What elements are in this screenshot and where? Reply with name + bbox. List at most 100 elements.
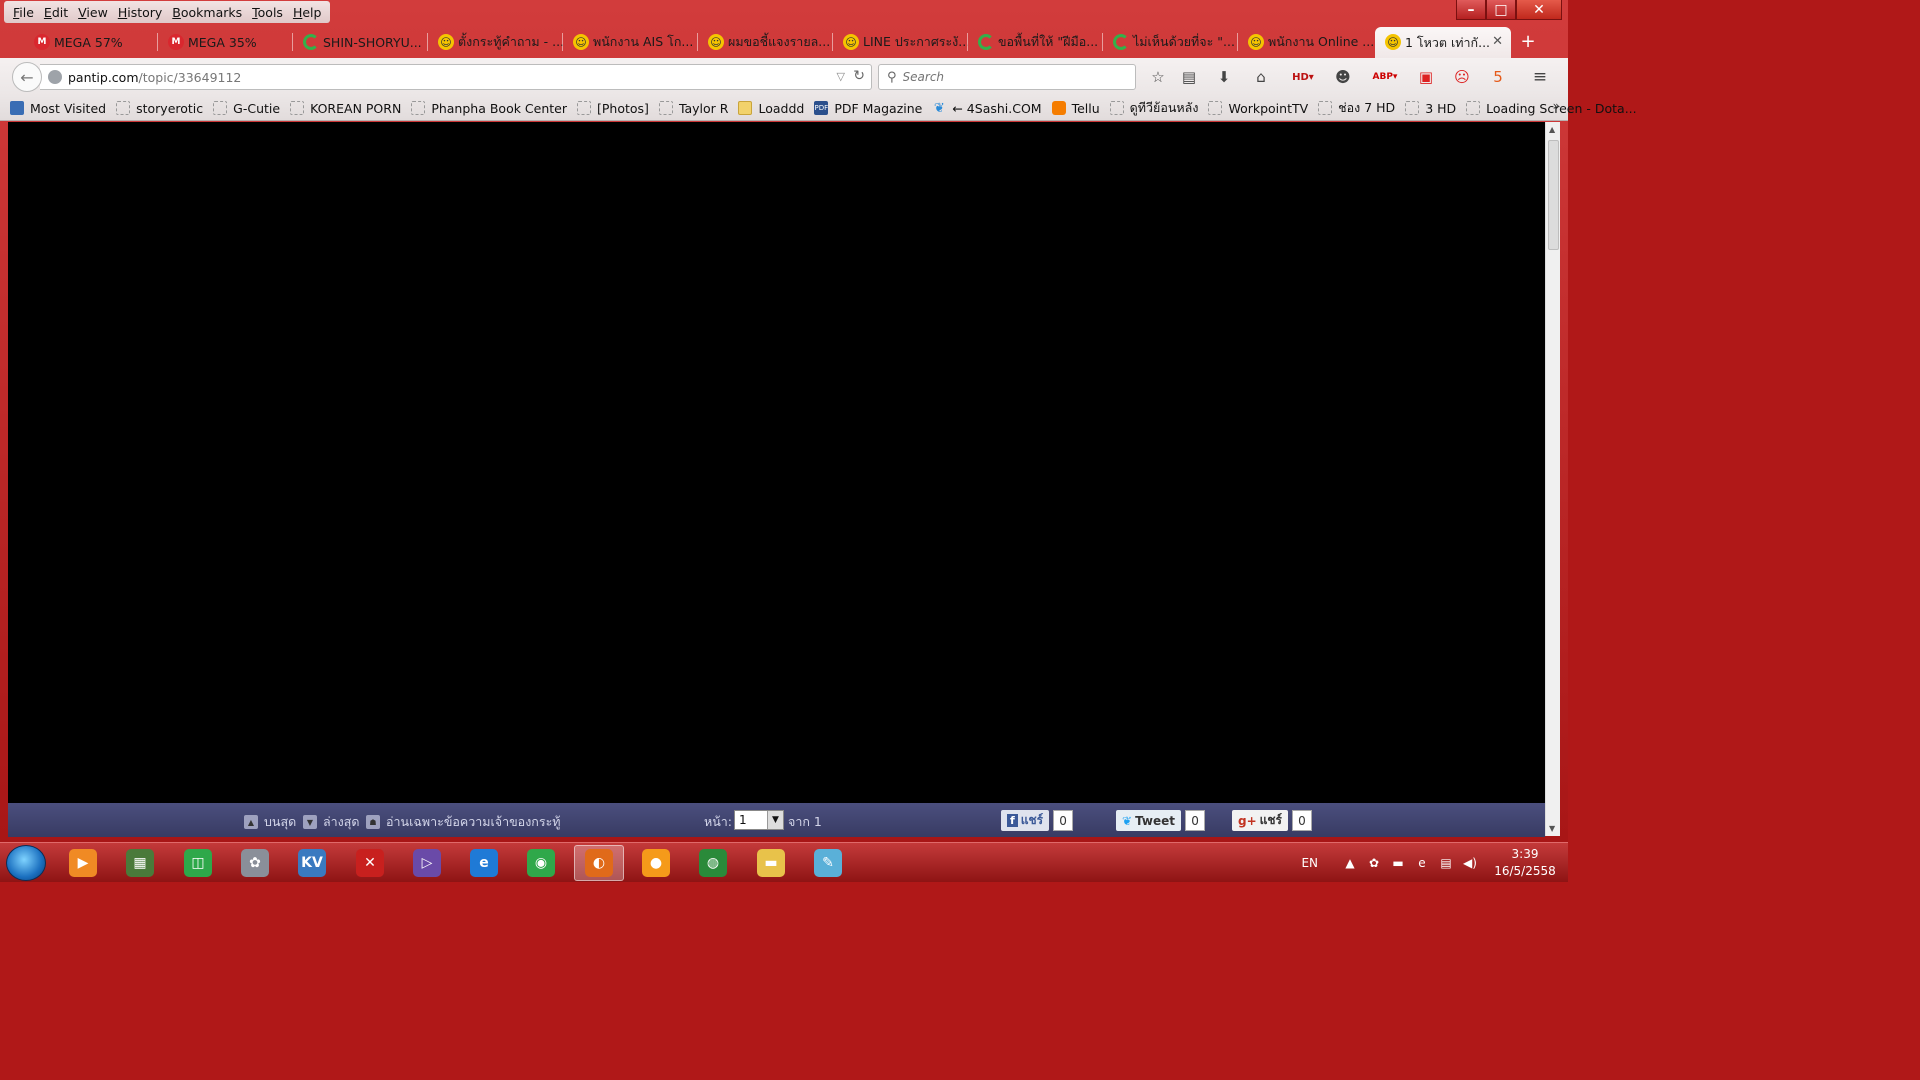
chat-icon[interactable]: ☻ (1332, 66, 1354, 88)
bookmark-star-icon[interactable]: ☆ (1147, 66, 1169, 88)
taskbar-app[interactable]: ✿ (230, 845, 280, 881)
taskbar-app[interactable]: e (459, 845, 509, 881)
bookmark-item[interactable]: ช่อง 7 HD (1318, 98, 1395, 118)
new-tab-icon[interactable]: + (1518, 29, 1538, 53)
page-select[interactable]: 1 ▼ (734, 810, 784, 830)
bookmark-folder[interactable]: Loaddd (738, 101, 804, 116)
hamburger-menu-icon[interactable]: ≡ (1529, 66, 1551, 88)
taskbar-app[interactable]: ▦ (115, 845, 165, 881)
bookmarks-list-icon[interactable]: ▤ (1178, 66, 1200, 88)
taskbar-app[interactable]: KV (287, 845, 337, 881)
tab-label: ผมขอชี้แจงรายล... (728, 34, 831, 49)
clock[interactable]: 3:39 16/5/2558 (1486, 846, 1564, 880)
scroll-down-icon[interactable]: ▼ (1549, 824, 1555, 833)
menu-edit[interactable]: Edit (39, 3, 73, 22)
tab-active[interactable]: ☺ 1 โหวต เท่ากั... ✕ (1375, 27, 1511, 58)
bookmark-item[interactable]: [Photos] (577, 101, 649, 116)
bookmark-item[interactable]: Loading Screen - Dota... (1466, 101, 1637, 116)
menu-bookmarks[interactable]: Bookmarks (167, 3, 247, 22)
menu-help[interactable]: Help (288, 3, 327, 22)
taskbar-app[interactable]: ✎ (803, 845, 853, 881)
adblock-icon[interactable]: ABP▾ (1370, 66, 1400, 88)
html5-icon[interactable]: 5 (1487, 66, 1509, 88)
bookmark-item[interactable]: Most Visited (10, 101, 106, 116)
tab-pantip-3[interactable]: ☺ ผมขอชี้แจงรายล... (698, 27, 833, 57)
menu-tools[interactable]: Tools (247, 3, 288, 22)
menu-view[interactable]: View (73, 3, 113, 22)
scrollbar-thumb[interactable] (1548, 140, 1559, 250)
folder-icon (738, 101, 753, 115)
tab-pantip-7[interactable]: ☺ พนักงาน Online ... (1238, 27, 1373, 57)
taskbar-app[interactable]: ◉ (516, 845, 566, 881)
pocket-icon[interactable]: ▣ (1415, 66, 1437, 88)
tray-app-icon[interactable]: ✿ (1366, 855, 1382, 871)
twitter-icon: ❦ (1122, 813, 1133, 828)
bookmark-item[interactable]: KOREAN PORN (290, 101, 401, 116)
tray-ie-icon[interactable]: e (1414, 855, 1430, 871)
window-controls: – □ ✕ (1456, 0, 1562, 22)
taskbar-app[interactable]: ◍ (688, 845, 738, 881)
search-input[interactable] (902, 70, 1123, 84)
bookmarks-overflow-icon[interactable]: » (1553, 99, 1560, 113)
page-content-area[interactable] (8, 122, 1545, 803)
start-button[interactable] (6, 845, 46, 881)
tab-pantip-5[interactable]: ขอพื้นที่ให้ "ฝีมือ... (968, 27, 1103, 57)
bookmark-item[interactable]: Tellu (1051, 101, 1100, 116)
close-tab-icon[interactable]: ✕ (1492, 34, 1503, 49)
hd-addon-icon[interactable]: HD▾ (1288, 66, 1318, 88)
search-box[interactable]: ⚲ (878, 64, 1136, 90)
menu-file[interactable]: File (8, 3, 39, 22)
scroll-top-button[interactable]: ▲ บนสุด (244, 812, 296, 832)
bookmark-item[interactable]: PDF PDF Magazine (814, 101, 922, 116)
tab-pantip-1[interactable]: ☺ ตั้งกระทู้คำถาม - ... (428, 27, 563, 57)
bookmark-item[interactable]: G-Cutie (213, 101, 280, 116)
taskbar-app[interactable]: ▷ (402, 845, 452, 881)
site-identity-icon[interactable] (48, 70, 62, 84)
bookmark-item[interactable]: ❦ ← 4Sashi.COM (932, 100, 1042, 116)
taskbar-app[interactable]: ◫ (173, 845, 223, 881)
addon-face-icon[interactable]: ☹ (1451, 66, 1473, 88)
tweet-button[interactable]: ❦ Tweet (1116, 810, 1182, 831)
tab-pantip-2[interactable]: ☺ พนักงาน AIS โก... (563, 27, 698, 57)
bookmark-item[interactable]: storyerotic (116, 101, 203, 116)
vertical-scrollbar[interactable]: ▲ ▼ (1545, 122, 1560, 836)
url-dropdown-icon[interactable]: ▽ (837, 70, 845, 83)
tab-shin-shoryu[interactable]: SHIN-SHORYU... (293, 27, 428, 57)
back-button[interactable]: ← (12, 62, 42, 92)
taskbar-app[interactable]: ✕ (345, 845, 395, 881)
scroll-bottom-button[interactable]: ▼ ล่างสุด (303, 812, 360, 832)
show-hidden-icons-icon[interactable]: ▲ (1342, 855, 1358, 871)
tray-monitor-icon[interactable]: ▬ (1390, 855, 1406, 871)
facebook-share-button[interactable]: f แชร์ (1001, 810, 1050, 831)
tab-pantip-6[interactable]: ไม่เห็นด้วยที่จะ "... (1103, 27, 1238, 57)
bookmark-item[interactable]: Taylor R (658, 101, 728, 116)
bookmark-item[interactable]: WorkpointTV (1208, 101, 1308, 116)
tab-pantip-4[interactable]: ☺ LINE ประกาศระงั... (833, 27, 968, 57)
bookmark-item[interactable]: Phanpha Book Center (411, 101, 567, 116)
leaf-icon: ❦ (933, 100, 945, 116)
taskbar-app[interactable]: ● (631, 845, 681, 881)
taskbar-app[interactable]: ◐ (574, 845, 624, 881)
url-bar[interactable]: pantip.com/topic/33649112 ▽ ↻ (40, 64, 872, 90)
scroll-up-icon[interactable]: ▲ (1549, 125, 1555, 134)
minimize-icon[interactable]: – (1456, 0, 1486, 20)
volume-icon[interactable]: ◀) (1462, 855, 1478, 871)
gplus-share-button[interactable]: g+ แชร์ (1232, 810, 1288, 831)
page-icon (658, 101, 673, 115)
download-icon[interactable]: ⬇ (1213, 66, 1235, 88)
bookmark-item[interactable]: ดูทีวีย้อนหลัง (1109, 98, 1198, 118)
reload-icon[interactable]: ↻ (853, 68, 865, 84)
owner-only-button[interactable]: ☗ อ่านเฉพาะข้อความเจ้าของกระทู้ (366, 812, 561, 832)
pantip-smiley-icon: ☺ (843, 34, 859, 50)
tab-mega-57[interactable]: M MEGA 57% (24, 27, 158, 57)
taskbar-app[interactable]: ▬ (746, 845, 796, 881)
maximize-icon[interactable]: □ (1486, 0, 1516, 20)
bookmark-item[interactable]: 3 HD (1405, 101, 1456, 116)
menu-history[interactable]: History (113, 3, 167, 22)
language-indicator[interactable]: EN (1301, 856, 1318, 870)
close-window-icon[interactable]: ✕ (1516, 0, 1562, 20)
home-icon[interactable]: ⌂ (1250, 66, 1272, 88)
taskbar-app[interactable]: ▶ (58, 845, 108, 881)
tab-mega-35[interactable]: M MEGA 35% (158, 27, 293, 57)
network-icon[interactable]: ▤ (1438, 855, 1454, 871)
